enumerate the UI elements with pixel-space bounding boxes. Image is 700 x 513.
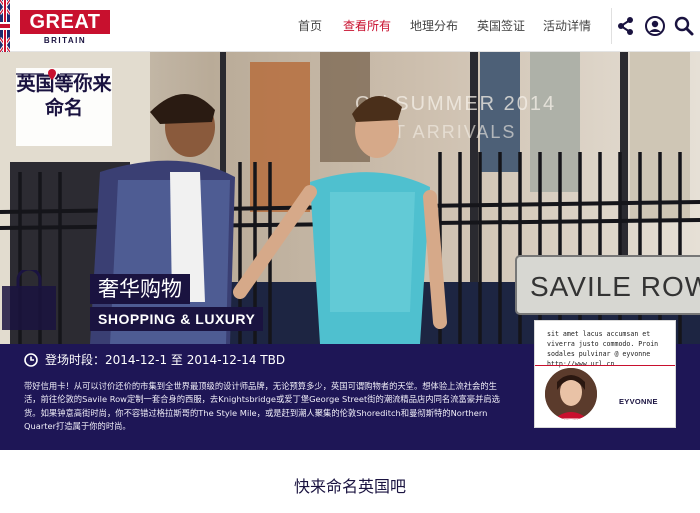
header-divider xyxy=(611,8,612,44)
tweet-username[interactable]: EYVONNE xyxy=(619,397,658,406)
nav-uk-visa[interactable]: 英国签证 xyxy=(477,0,525,52)
window-text-arrivals: ST ARRIVALS xyxy=(380,122,516,142)
tweet-card[interactable]: sit amet lacus accumsan et viverra justo… xyxy=(534,320,676,428)
event-period: 登场时段：2014-12-1 至 2014-12-14 TBD xyxy=(45,353,286,367)
nav-geography[interactable]: 地理分布 xyxy=(410,0,458,52)
section-title: 快来命名英国吧 xyxy=(293,477,406,496)
shopping-bag-icon xyxy=(2,270,56,330)
britain-logo-text: BRITAIN xyxy=(43,36,87,45)
nav-view-all[interactable]: 查看所有 xyxy=(343,0,391,52)
great-logo[interactable]: GREAT xyxy=(20,10,110,34)
tweet-text: sit amet lacus accumsan et viverra justo… xyxy=(547,330,659,368)
name-britain-badge: 英国等你来命名 xyxy=(16,68,112,146)
user-icon[interactable] xyxy=(644,15,666,37)
hero-banner: G / SUMMER 2014 ST ARRIVALS SAVILE ROW 英… xyxy=(0,52,700,344)
site-header: GREAT BRITAIN 首页 查看所有 地理分布 英国签证 活动详情 xyxy=(0,0,700,52)
category-title-zh: 奢华购物 xyxy=(90,274,190,304)
location-pin-icon xyxy=(16,69,88,80)
search-icon[interactable] xyxy=(673,15,695,37)
event-description: 带好信用卡！从可以讨价还价的市集到全世界最顶级的设计师品牌，无论预算多少，英国可… xyxy=(24,381,500,432)
nav-home[interactable]: 首页 xyxy=(298,0,322,52)
clock-icon xyxy=(24,353,38,367)
avatar[interactable] xyxy=(543,366,599,422)
nav-event-details[interactable]: 活动详情 xyxy=(543,0,591,52)
union-jack-flag xyxy=(0,0,10,52)
category-title-en: SHOPPING & LUXURY xyxy=(90,307,264,331)
street-sign-text: SAVILE ROW xyxy=(530,271,700,302)
share-icon[interactable] xyxy=(615,15,637,37)
tweet-divider xyxy=(535,365,675,366)
